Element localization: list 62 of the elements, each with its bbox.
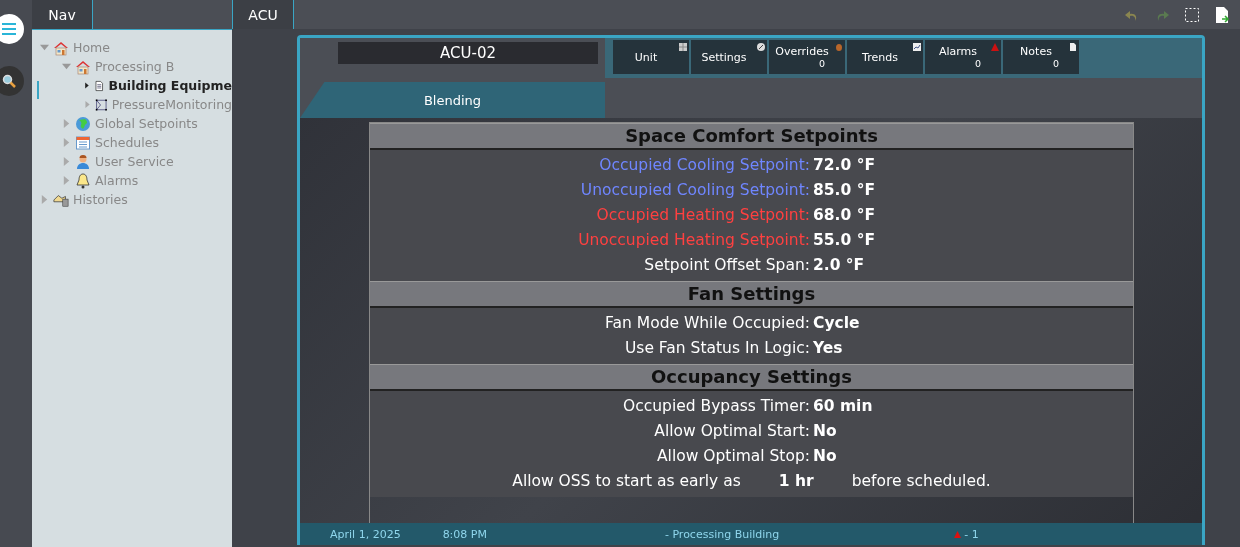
setting-value: 68.0 °F <box>813 205 876 224</box>
tree-item[interactable]: Building Equipme <box>108 78 232 93</box>
setting-value: 1 hr <box>777 471 815 490</box>
setting-label: Allow OSS to start as early as <box>512 471 741 490</box>
setting-label: Unoccupied Heating Setpoint: <box>577 230 811 249</box>
setting-value: No <box>813 446 838 465</box>
export-icon[interactable] <box>1214 6 1230 23</box>
section-header: Fan Settings <box>370 281 1133 308</box>
setting-label: Occupied Heating Setpoint: <box>595 205 811 224</box>
setting-value: 2.0 °F <box>813 255 866 274</box>
setting-label: Occupied Bypass Timer: <box>622 396 811 415</box>
shape-icon <box>95 96 108 113</box>
setting-label: Allow Optimal Stop: <box>655 446 811 465</box>
setting-value: No <box>813 421 838 440</box>
grid-icon <box>679 43 687 51</box>
setting-value: 85.0 °F <box>813 180 876 199</box>
subtitle-banner: Blending <box>300 82 605 118</box>
panel-tab[interactable]: Notes 0 <box>1003 40 1069 74</box>
menu-button[interactable] <box>0 14 24 44</box>
content-tab[interactable]: ACU <box>232 0 294 29</box>
setting-label: Occupied Cooling Setpoint: <box>598 155 811 174</box>
setting-label: before scheduled. <box>851 471 991 490</box>
panel-tab[interactable]: Alarms 0 <box>925 40 991 74</box>
alarm-icon <box>954 530 962 538</box>
chart-icon <box>913 43 921 51</box>
setting-value: 55.0 °F <box>813 230 876 249</box>
house-icon <box>75 58 91 75</box>
setting-value: Yes <box>813 338 844 357</box>
search-button[interactable] <box>0 66 24 96</box>
setting-label: Use Fan Status In Logic: <box>624 338 811 357</box>
menu-icon <box>2 23 16 35</box>
setting-label: Allow Optimal Start: <box>653 421 811 440</box>
selection-icon[interactable] <box>1184 6 1200 23</box>
warning-icon <box>991 43 999 51</box>
setting-value: Cycle <box>813 313 861 332</box>
house-icon <box>53 39 69 56</box>
setting-label: Fan Mode While Occupied: <box>604 313 811 332</box>
section-header: Occupancy Settings <box>370 364 1133 391</box>
alarm-count: - 1 <box>964 527 979 541</box>
search-icon <box>2 74 16 88</box>
setting-value: 72.0 °F <box>813 155 876 174</box>
panel-tab[interactable]: Unit <box>613 40 679 74</box>
panel-tab[interactable]: Trends <box>847 40 913 74</box>
nav-tab[interactable]: Nav <box>32 0 93 29</box>
setting-value: 60 min <box>813 396 874 415</box>
section-header: Space Comfort Setpoints <box>370 123 1133 150</box>
bell-icon <box>75 172 91 189</box>
calendar-icon <box>75 134 91 151</box>
status-time: 8:08 PM <box>442 527 487 541</box>
status-date: April 1, 2025 <box>330 527 401 541</box>
note-icon <box>1069 43 1077 51</box>
panel-tab[interactable]: Overrides 0 <box>769 40 835 74</box>
person-icon <box>75 153 91 170</box>
panel-tab[interactable]: Settings <box>691 40 757 74</box>
unit-title: ACU-02 <box>338 42 598 64</box>
globe-icon <box>75 115 91 132</box>
setting-label: Setpoint Offset Span: <box>643 255 811 274</box>
collapse-icon[interactable] <box>40 43 49 52</box>
status-location: - Processing Building <box>664 527 780 541</box>
collapse-icon[interactable] <box>62 62 71 71</box>
setting-label: Unoccupied Cooling Setpoint: <box>579 180 811 199</box>
expand-icon[interactable] <box>84 81 90 90</box>
